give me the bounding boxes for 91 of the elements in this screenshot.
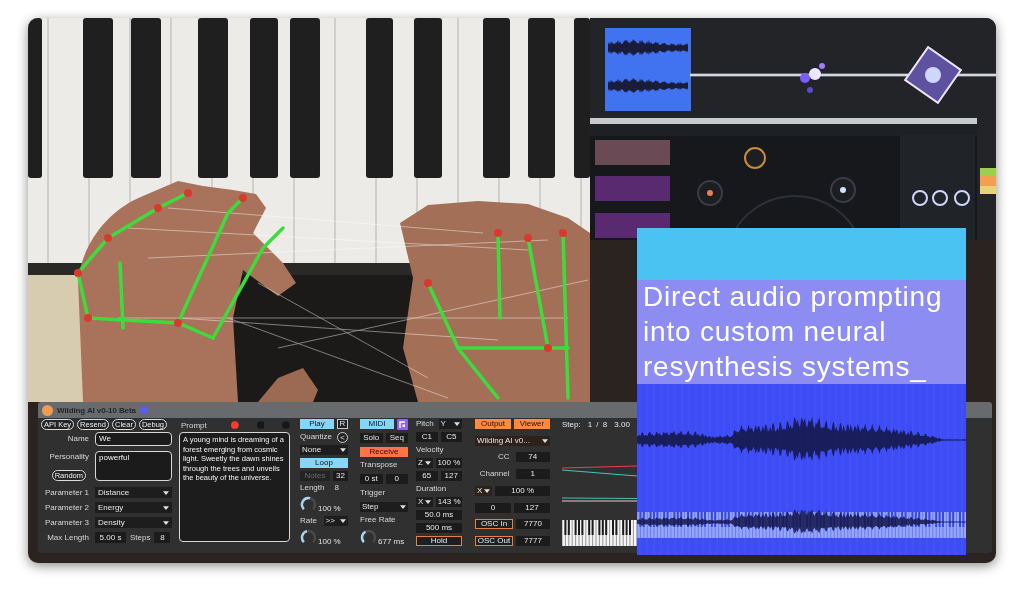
step-counter: 1 / 8 xyxy=(587,420,608,430)
dropdown[interactable]: Wilding AI v0... xyxy=(475,435,550,446)
caret-icon xyxy=(484,488,491,493)
knob-reading: 100 % xyxy=(318,537,342,546)
number-field[interactable]: 100 % xyxy=(495,485,550,496)
number-field[interactable]: C5 xyxy=(440,432,462,442)
dropdown[interactable]: Z xyxy=(416,458,433,468)
caret-icon xyxy=(163,520,169,525)
control-label: Trigger xyxy=(360,487,387,498)
mode-button[interactable]: Solo xyxy=(360,432,383,443)
number-field[interactable]: 32 xyxy=(333,470,348,481)
bracket-icon[interactable] xyxy=(397,419,408,430)
number-field[interactable]: 50.0 ms xyxy=(416,510,462,520)
personality-field[interactable]: powerful xyxy=(95,451,172,481)
level-meter-drawing xyxy=(980,168,996,194)
field-label: Name xyxy=(66,433,89,445)
number-field[interactable]: C1 xyxy=(416,432,438,442)
field-label: Max Length xyxy=(46,532,89,543)
number-field[interactable]: 100 % xyxy=(435,458,462,468)
control-label: Transpose xyxy=(360,460,399,471)
toggle-button[interactable]: OSC Out xyxy=(475,535,513,546)
number-field[interactable]: 1 xyxy=(515,469,550,480)
control-label: CC xyxy=(496,452,511,463)
toggle-button[interactable]: Play xyxy=(300,419,334,429)
number-field[interactable]: 500 ms xyxy=(416,523,462,533)
number-field[interactable]: 0 xyxy=(475,502,511,513)
number-field[interactable]: 143 % xyxy=(436,497,462,507)
toggle-button[interactable]: Hold xyxy=(416,536,462,546)
steps-field[interactable]: 8 xyxy=(154,532,171,543)
caret-icon xyxy=(454,422,460,426)
control-label: Duration xyxy=(416,484,448,494)
step-label: Step: xyxy=(562,420,581,430)
device-title: Wilding AI v0-10 Beta xyxy=(57,405,136,415)
number-field[interactable]: 74 xyxy=(515,452,550,463)
parameter-dropdown[interactable]: Density xyxy=(95,517,172,528)
caret-icon xyxy=(424,461,431,465)
knob-reading: 677 ms xyxy=(378,537,406,546)
number-field[interactable]: 0 xyxy=(385,474,408,484)
control-label: Quantize xyxy=(300,431,334,442)
toggle-button[interactable]: Output xyxy=(475,419,511,429)
dropdown[interactable]: X xyxy=(475,485,493,496)
control-label: Pitch xyxy=(416,419,435,429)
dropdown[interactable]: None xyxy=(300,444,348,455)
control-label: Channel xyxy=(478,469,511,480)
number-field[interactable]: 127 xyxy=(514,502,550,513)
caret-icon xyxy=(400,504,406,509)
caret-icon xyxy=(340,447,346,452)
dropdown[interactable]: Y xyxy=(438,419,462,429)
control-label: Length xyxy=(300,483,323,494)
control-label: Velocity xyxy=(416,445,445,455)
name-field[interactable]: We xyxy=(95,432,172,446)
control-label: Free Rate xyxy=(360,515,397,526)
toggle-button[interactable]: Loop xyxy=(300,457,348,468)
parameter-dropdown[interactable]: Distance xyxy=(95,487,172,498)
control-label: Rate xyxy=(300,516,318,527)
caret-icon xyxy=(163,505,169,510)
toggle-button[interactable]: MIDI xyxy=(360,419,394,429)
dot-icon[interactable] xyxy=(42,404,53,416)
parameter-dropdown[interactable]: Energy xyxy=(95,502,172,513)
length-field[interactable]: 5.00 s xyxy=(95,532,126,543)
mode-button[interactable]: Seq xyxy=(385,432,408,443)
field-label: Parameter 2 xyxy=(43,502,89,513)
toggle-button[interactable]: Viewer xyxy=(514,419,550,429)
toggle-button[interactable]: OSC In xyxy=(475,519,513,530)
step-value: 3.00 xyxy=(614,420,630,430)
number-field[interactable]: 0 st xyxy=(360,474,383,484)
sparkle-drawing xyxy=(800,63,825,93)
dot-icon xyxy=(139,406,148,414)
toggle-button[interactable]: Receive xyxy=(360,446,408,457)
light-icon[interactable] xyxy=(230,420,239,430)
field-label: Parameter 1 xyxy=(43,487,89,498)
caret-icon xyxy=(163,490,169,495)
knob-reading: 100 % xyxy=(318,504,342,514)
caret-icon xyxy=(340,519,346,524)
field-label: Personality xyxy=(49,451,89,462)
toggle-button[interactable]: R xyxy=(337,419,348,429)
number-field[interactable]: 127 xyxy=(440,471,462,481)
prompt-label: Prompt xyxy=(181,420,207,430)
number-field[interactable]: 7770 xyxy=(516,519,550,530)
field-label: Parameter 3 xyxy=(43,517,89,528)
number-field[interactable]: 7777 xyxy=(516,535,550,546)
dropdown[interactable]: Step xyxy=(360,501,408,512)
dropdown[interactable]: >> xyxy=(323,516,348,527)
caption-text: Direct audio prompting into custom neural resynthesis systems_ xyxy=(642,280,944,384)
number-field[interactable]: 65 xyxy=(416,471,438,481)
caret-icon xyxy=(542,438,548,443)
field-label: Steps xyxy=(129,533,152,542)
dropdown[interactable]: X xyxy=(416,497,434,507)
control-label: 8 xyxy=(333,483,340,494)
caret-icon xyxy=(425,500,432,504)
inactive-field: Notes xyxy=(300,470,330,481)
